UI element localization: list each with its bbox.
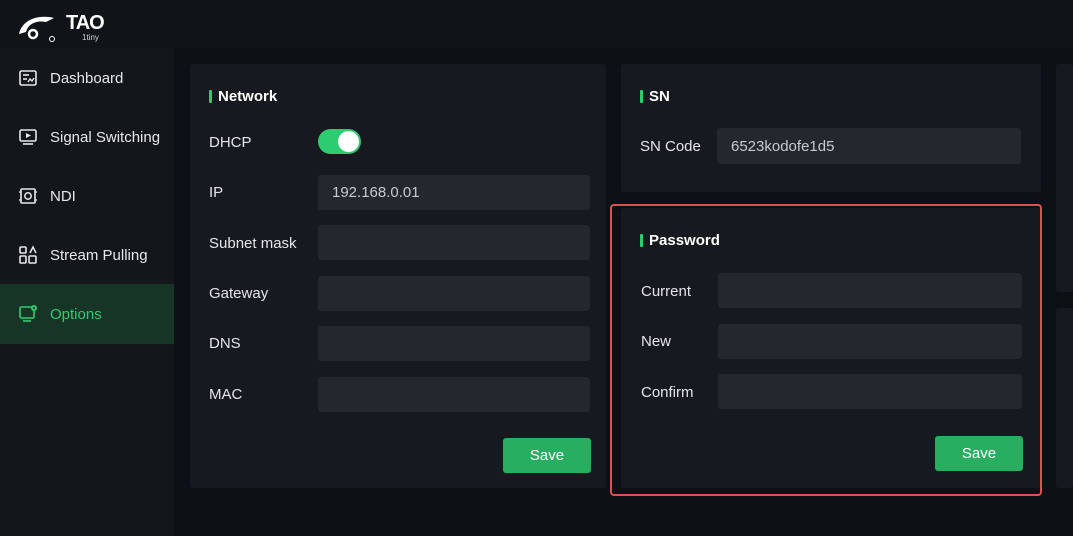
password-card: Password Current New Confirm Save [621,208,1041,488]
title-accent-bar [209,90,212,103]
subnet-mask-label: Subnet mask [209,235,297,252]
sidebar-item-label: Signal Switching [50,128,161,146]
logo-text: TAO [66,12,105,34]
monitor-settings-icon [18,304,38,324]
subnet-mask-input[interactable] [318,225,590,260]
logo: TAO 1tiny [16,10,116,44]
network-title-text: Network [218,88,278,105]
main-content: Network DHCP IP Subnet mask Gateway DNS … [174,48,1073,536]
dns-label: DNS [209,335,241,352]
sidebar-item-ndi[interactable]: NDI [0,166,174,226]
password-save-button[interactable]: Save [935,436,1023,471]
network-save-button[interactable]: Save [503,438,591,473]
confirm-password-input[interactable] [718,374,1022,409]
new-password-label: New [641,333,672,350]
sn-code-label: SN Code [640,138,701,155]
gateway-input[interactable] [318,276,590,311]
dashboard-icon [18,68,38,88]
password-title-text: Password [649,232,720,249]
password-card-title: Password [640,232,720,249]
mac-input[interactable] [318,377,590,412]
current-password-input[interactable] [718,273,1022,308]
sidebar-item-dashboard[interactable]: Dashboard [0,48,174,108]
partial-card [1056,308,1073,488]
new-password-input[interactable] [718,324,1022,359]
current-password-label: Current [641,283,692,300]
network-card: Network DHCP IP Subnet mask Gateway DNS … [190,64,606,488]
sn-card: SN SN Code [621,64,1041,192]
sidebar-item-label: Options [50,305,102,323]
ip-input[interactable] [318,175,590,210]
network-card-title: Network [209,88,277,105]
sidebar-item-signal-switching[interactable]: Signal Switching [0,107,174,167]
sidebar-item-label: Dashboard [50,69,124,87]
monitor-play-icon [18,127,38,147]
sidebar-item-stream-pulling[interactable]: Stream Pulling [0,225,174,285]
dhcp-toggle[interactable] [318,129,361,154]
ndi-icon [18,186,38,206]
dhcp-label: DHCP [209,134,252,151]
sidebar-item-label: Stream Pulling [50,246,148,264]
sidebar: Dashboard Signal Switching NDI Stream Pu… [0,48,174,536]
sidebar-item-label: NDI [50,187,76,205]
title-accent-bar [640,90,643,103]
dns-input[interactable] [318,326,590,361]
sn-card-title: SN [640,88,670,105]
toggle-knob [338,131,359,152]
logo-mark-icon [19,16,55,42]
ip-label: IP [209,184,224,201]
gateway-label: Gateway [209,285,269,302]
sn-code-field [717,128,1021,164]
partial-card [1056,64,1073,292]
logo-subtext: 1tiny [82,33,99,42]
mac-label: MAC [209,386,243,403]
sn-title-text: SN [649,88,670,105]
top-bar: TAO 1tiny [0,0,1073,48]
confirm-password-label: Confirm [641,384,694,401]
sidebar-item-options[interactable]: Options [0,284,174,344]
stream-icon [18,245,38,265]
title-accent-bar [640,234,643,247]
